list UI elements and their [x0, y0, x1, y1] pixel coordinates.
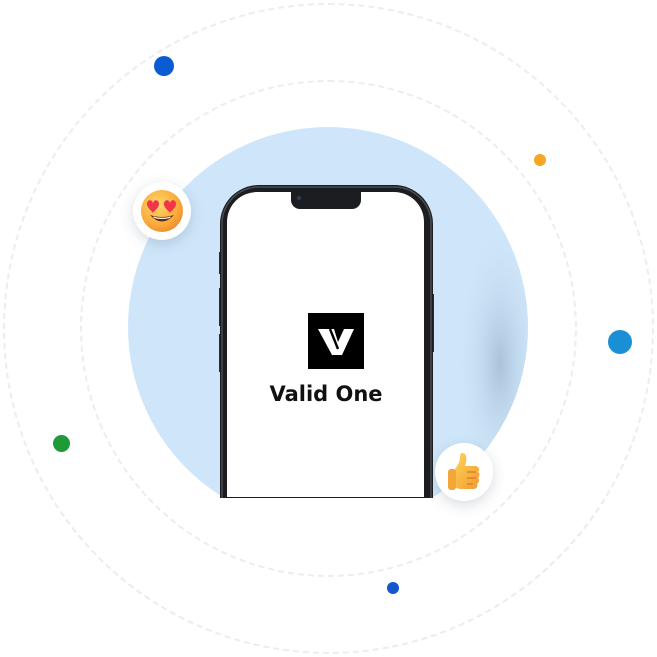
phone-notch	[291, 192, 361, 209]
decor-dot-blue-small-overlay	[387, 582, 399, 594]
heart-eyes-emoji-icon	[133, 182, 191, 240]
phone-mockup: Valid One	[218, 184, 435, 545]
thumbs-up-emoji-icon	[435, 443, 493, 501]
decor-dot-sky	[608, 330, 632, 354]
phone-screen: Valid One	[227, 192, 424, 497]
decor-dot-yellow	[534, 154, 546, 166]
app-name: Valid One	[269, 382, 383, 406]
decor-dot-blue	[154, 56, 174, 76]
decor-dot-green	[53, 435, 70, 452]
hero-illustration: Valid One	[0, 0, 657, 657]
valid-one-v-logo-icon	[308, 313, 364, 369]
